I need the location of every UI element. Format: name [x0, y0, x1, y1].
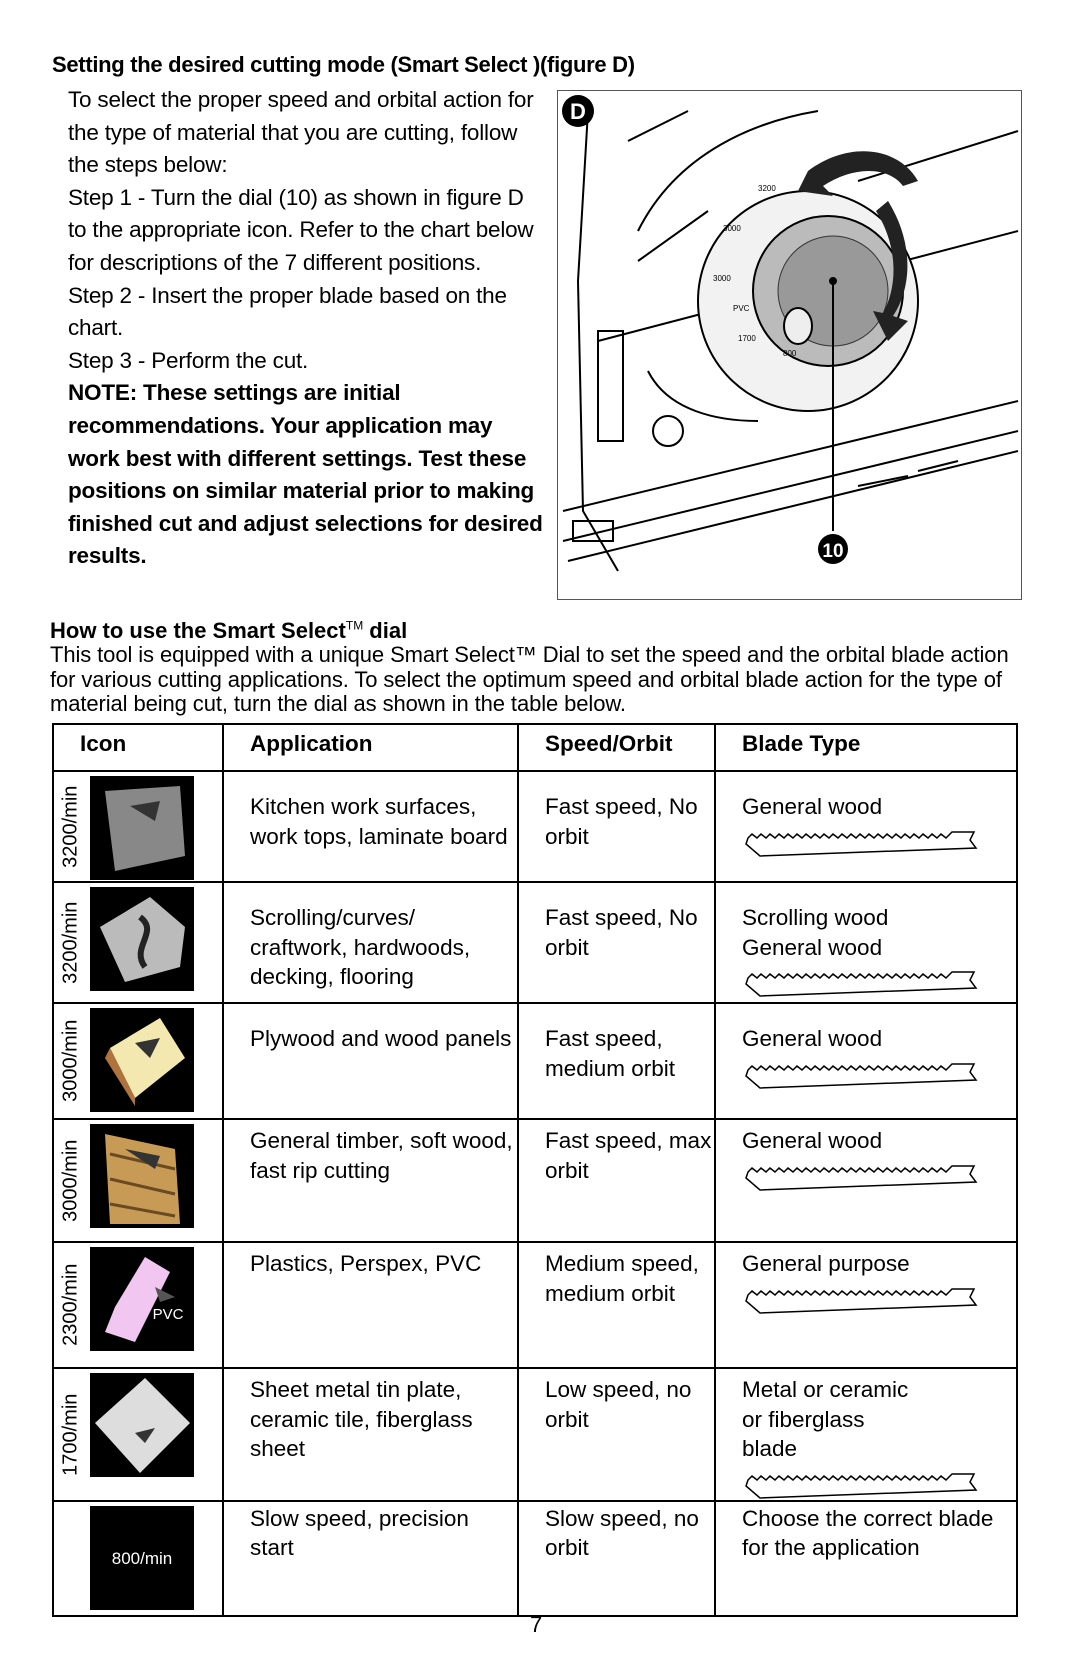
speed-orbit-cell: Slow speed, no orbit	[517, 1499, 716, 1617]
callout-number: 10	[822, 541, 843, 562]
application-cell: Slow speed, precision start	[222, 1499, 519, 1617]
table-row: 800/min Slow speed, precision start Slow…	[52, 1499, 1018, 1617]
blade-type-cell: Scrolling wood General wood	[714, 881, 1018, 1004]
table-row: 3200/min Scrolling/curves/ craftwork, ha…	[52, 881, 1018, 1004]
blade-illustration	[745, 830, 978, 857]
blade-illustration	[745, 1062, 978, 1089]
speed-label: 2300/min	[56, 1243, 86, 1367]
blade-type-cell: General wood	[714, 770, 1018, 883]
speed-value: 3200/min	[59, 901, 82, 984]
timber-icon	[90, 1124, 194, 1228]
dial-mark: 3000	[723, 224, 741, 233]
icon-cell: 1700/min	[52, 1367, 224, 1502]
blade-illustration	[745, 1287, 978, 1314]
header-application: Application	[222, 723, 519, 772]
table-row: 2300/min PVC Plastics, Perspex, PVC Medi…	[52, 1241, 1018, 1369]
speed-orbit-cell: Medium speed, medium orbit	[517, 1241, 716, 1369]
dial-mark: 3200	[758, 184, 776, 193]
section-title-text: How to use the Smart Select	[50, 618, 346, 643]
icon-cell: 800/min	[52, 1499, 224, 1617]
application-cell: Plastics, Perspex, PVC	[222, 1241, 519, 1369]
laminate-icon	[90, 776, 194, 880]
precision-start-icon: 800/min	[90, 1505, 194, 1610]
scrolling-icon	[90, 887, 194, 991]
application-cell: Plywood and wood panels	[222, 1002, 519, 1120]
speed-value: 3000/min	[59, 1019, 82, 1103]
application-cell: General timber, soft wood, fast rip cutt…	[222, 1118, 519, 1243]
speed-value: 1700/min	[59, 1393, 82, 1476]
intro-text: To select the proper speed and orbital a…	[68, 84, 548, 573]
blade-type: General wood	[742, 794, 883, 819]
speed-value: 3200/min	[59, 785, 82, 868]
icon-cell: 3200/min	[52, 881, 224, 1004]
icon-cell: 3000/min	[52, 1118, 224, 1243]
blade-type-cell: General wood	[714, 1118, 1018, 1243]
blade-type: General wood	[742, 1128, 883, 1153]
section-body: This tool is equipped with a unique Smar…	[50, 642, 1009, 716]
blade-type: Scrolling wood General wood	[742, 905, 889, 960]
speed-orbit-cell: Fast speed, max orbit	[517, 1118, 716, 1243]
intro-paragraph: To select the proper speed and orbital a…	[68, 87, 534, 178]
header-blade-type: Blade Type	[714, 723, 1018, 772]
speed-orbit-cell: Low speed, no orbit	[517, 1367, 716, 1502]
blade-illustration	[745, 971, 978, 997]
icon-cell: 2300/min PVC	[52, 1241, 224, 1369]
plywood-icon	[90, 1008, 194, 1112]
speed-orbit-cell: Fast speed, medium orbit	[517, 1002, 716, 1120]
dial-mark: 800	[783, 349, 797, 358]
smart-select-table: Icon Application Speed/Orbit Blade Type …	[52, 723, 1018, 1617]
page-number: 7	[530, 1612, 543, 1637]
sheet-metal-icon	[90, 1373, 194, 1477]
dial-mark: 3000	[713, 274, 731, 283]
application-cell: Scrolling/curves/ craftwork, hardwoods, …	[222, 881, 519, 1004]
blade-type-cell: General purpose	[714, 1241, 1018, 1369]
blade-type-cell: General wood	[714, 1002, 1018, 1120]
icon-cell: 3200/min	[52, 770, 224, 883]
section-title: How to use the Smart SelectTM dial	[50, 618, 407, 644]
figure-d: 3200 3000 3000 PVC 1700 800 D 10	[557, 90, 1022, 600]
step-1: Step 1 - Turn the dial (10) as shown in …	[68, 184, 534, 275]
header-speed-orbit: Speed/Orbit	[517, 723, 716, 772]
application-cell: Kitchen work surfaces, work tops, lamina…	[222, 770, 519, 883]
icon-cell: 3000/min	[52, 1002, 224, 1120]
table-row: 3200/min Kitchen work surfaces, work top…	[52, 770, 1018, 883]
table-row: 1700/min Sheet metal tin plate, ceramic …	[52, 1367, 1018, 1502]
blade-illustration	[745, 1472, 978, 1499]
step-2: Step 2 - Insert the proper blade based o…	[68, 282, 507, 341]
section-title-end: dial	[363, 618, 408, 643]
step-3: Step 3 - Perform the cut.	[68, 347, 309, 373]
speed-label: 1700/min	[56, 1369, 86, 1500]
pvc-icon: PVC	[90, 1247, 194, 1351]
blade-illustration	[745, 1164, 978, 1191]
table-header: Icon Application Speed/Orbit Blade Type	[52, 723, 1018, 772]
table-row: 3000/min General timber, soft wood, fast…	[52, 1118, 1018, 1243]
figure-label: D	[570, 99, 586, 124]
note: NOTE: These settings are initial recomme…	[68, 380, 543, 569]
trademark: TM	[345, 618, 364, 633]
icon-text: PVC	[153, 1306, 184, 1323]
speed-label: 3200/min	[56, 883, 86, 1002]
blade-type-cell: Choose the correct blade for the applica…	[714, 1499, 1018, 1617]
icon-text: 800/min	[112, 1549, 172, 1568]
application-cell: Sheet metal tin plate, ceramic tile, fib…	[222, 1367, 519, 1502]
speed-orbit-cell: Fast speed, No orbit	[517, 770, 716, 883]
speed-label: 3200/min	[56, 772, 86, 881]
speed-value: 3000/min	[59, 1139, 82, 1222]
speed-label: 3000/min	[56, 1004, 86, 1118]
blade-type-cell: Metal or ceramic or fiberglass blade	[714, 1367, 1018, 1502]
speed-value: 2300/min	[59, 1263, 82, 1347]
section-heading: Setting the desired cutting mode (Smart …	[52, 52, 635, 77]
speed-label: 3000/min	[56, 1120, 86, 1241]
table-row: 3000/min Plywood and wood panels Fast sp…	[52, 1002, 1018, 1120]
dial-mark: 1700	[738, 334, 756, 343]
blade-type: Choose the correct blade for the applica…	[742, 1505, 994, 1561]
blade-type: General wood	[742, 1026, 883, 1051]
dial-mark: PVC	[733, 304, 750, 313]
speed-orbit-cell: Fast speed, No orbit	[517, 881, 716, 1004]
blade-type: Metal or ceramic or fiberglass blade	[742, 1377, 909, 1461]
blade-type: General purpose	[742, 1251, 910, 1276]
speed-label	[56, 1502, 86, 1615]
header-icon: Icon	[52, 723, 224, 772]
